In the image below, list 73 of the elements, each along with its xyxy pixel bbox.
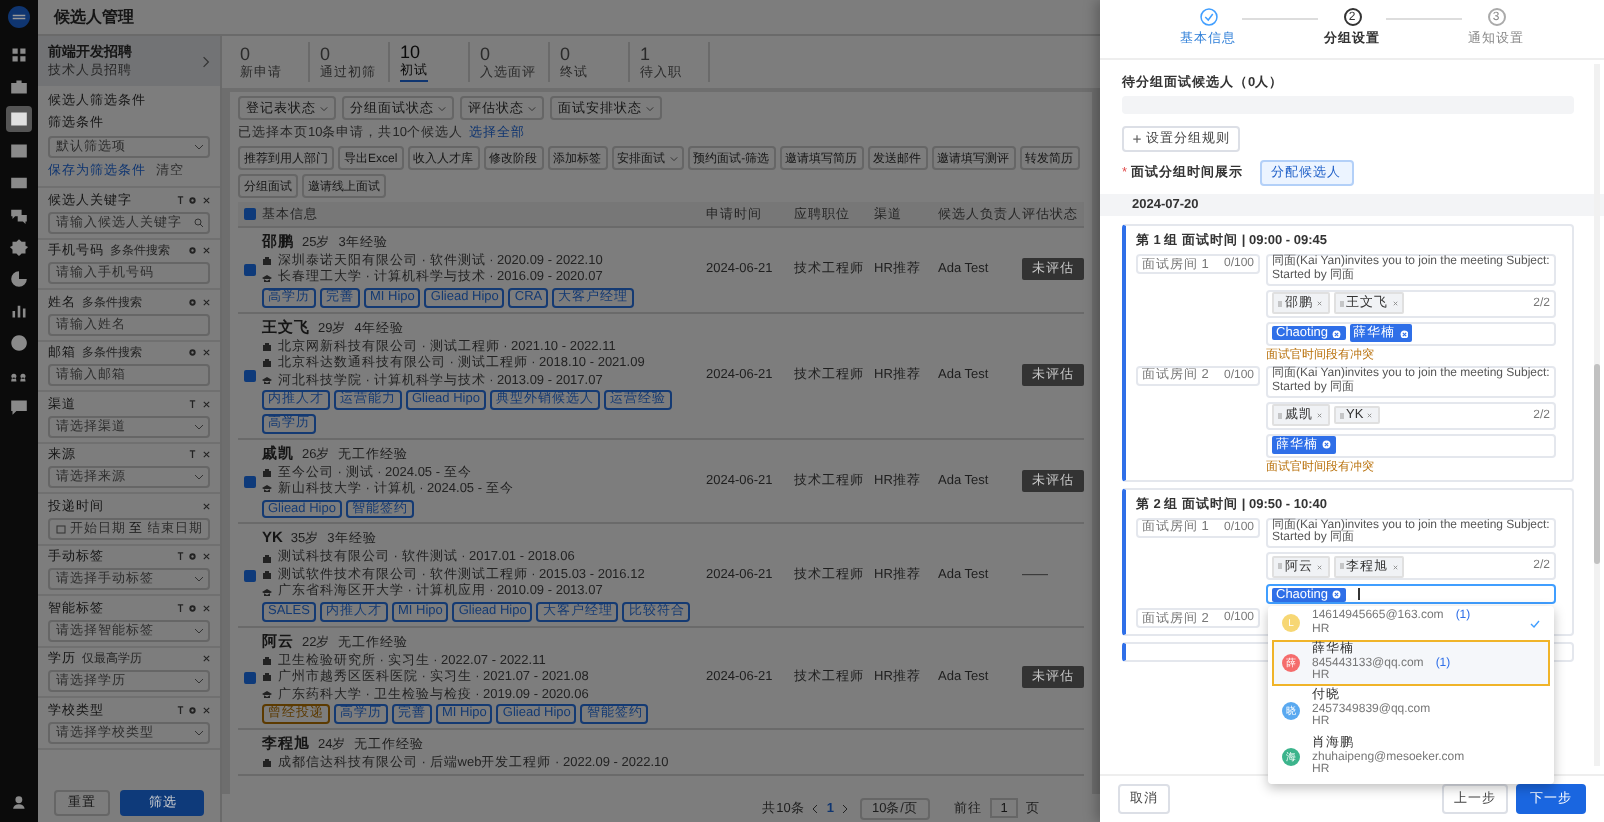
building-icon bbox=[262, 655, 272, 666]
close-icon[interactable] bbox=[201, 450, 210, 460]
remove-icon[interactable] bbox=[1332, 590, 1342, 600]
drag-handle-icon[interactable] bbox=[1278, 299, 1282, 308]
building-icon bbox=[262, 341, 272, 352]
chevron-left-icon[interactable] bbox=[812, 803, 819, 813]
chevron-right-icon[interactable] bbox=[841, 803, 848, 813]
settings-icon[interactable] bbox=[188, 246, 197, 256]
chevron-down-icon bbox=[194, 727, 204, 737]
pin-icon[interactable] bbox=[188, 450, 197, 460]
chevron-down-icon bbox=[194, 676, 204, 686]
close-icon[interactable] bbox=[201, 654, 210, 664]
settings-icon[interactable] bbox=[188, 195, 197, 205]
building-icon bbox=[262, 467, 272, 478]
chevron-down-icon bbox=[194, 472, 204, 482]
chevron-down-icon bbox=[646, 105, 654, 111]
remove-icon[interactable] bbox=[1332, 329, 1342, 339]
page-title: 候选人管理 bbox=[54, 6, 134, 28]
building-icon bbox=[262, 672, 272, 683]
close-icon[interactable] bbox=[201, 603, 210, 613]
graduation-cap-icon bbox=[262, 273, 272, 284]
settings-icon[interactable] bbox=[188, 705, 197, 715]
close-icon[interactable] bbox=[201, 501, 210, 511]
drag-handle-icon[interactable] bbox=[1278, 411, 1282, 420]
pin-icon[interactable] bbox=[175, 603, 184, 613]
close-icon[interactable] bbox=[201, 297, 210, 307]
scrollbar-thumb[interactable] bbox=[1594, 364, 1600, 564]
chevron-down-icon bbox=[194, 421, 204, 431]
pin-icon[interactable] bbox=[175, 195, 184, 205]
close-icon[interactable] bbox=[201, 348, 210, 358]
row-checkbox[interactable] bbox=[244, 569, 256, 582]
drag-handle-icon[interactable] bbox=[1278, 562, 1282, 571]
text-cursor bbox=[1357, 588, 1359, 601]
search-icon bbox=[194, 217, 204, 227]
settings-icon[interactable] bbox=[188, 603, 197, 613]
chevron-down-icon bbox=[528, 105, 536, 111]
close-icon[interactable] bbox=[201, 705, 210, 715]
building-icon bbox=[262, 570, 272, 581]
close-icon[interactable] bbox=[201, 552, 210, 562]
building-icon bbox=[262, 358, 272, 369]
settings-icon[interactable] bbox=[188, 297, 197, 307]
pin-icon[interactable] bbox=[175, 552, 184, 562]
chevron-down-icon bbox=[669, 155, 678, 161]
graduation-cap-icon bbox=[262, 587, 272, 598]
chevron-down-icon bbox=[194, 142, 204, 152]
building-icon bbox=[262, 256, 272, 267]
plus-icon bbox=[1132, 134, 1142, 144]
close-icon[interactable] bbox=[201, 195, 210, 205]
row-checkbox[interactable] bbox=[244, 369, 256, 382]
remove-icon[interactable] bbox=[1399, 329, 1409, 339]
graduation-cap-icon bbox=[262, 375, 272, 386]
remove-icon[interactable] bbox=[1322, 440, 1331, 450]
select-all-checkbox[interactable] bbox=[244, 208, 256, 220]
pin-icon[interactable] bbox=[175, 705, 184, 715]
pin-icon[interactable] bbox=[188, 399, 197, 409]
graduation-cap-icon bbox=[262, 484, 272, 495]
row-checkbox[interactable] bbox=[244, 475, 256, 488]
chevron-down-icon bbox=[194, 625, 204, 635]
graduation-cap-icon bbox=[262, 689, 272, 700]
pie-chart-icon[interactable] bbox=[6, 266, 32, 292]
chevron-down-icon bbox=[320, 105, 328, 111]
row-checkbox[interactable] bbox=[244, 263, 256, 276]
close-icon[interactable] bbox=[201, 399, 210, 409]
close-icon[interactable] bbox=[201, 246, 210, 256]
settings-icon[interactable] bbox=[188, 348, 197, 358]
chevron-down-icon bbox=[438, 105, 446, 111]
settings-icon[interactable] bbox=[188, 552, 197, 562]
building-icon bbox=[262, 758, 272, 769]
building-icon bbox=[262, 553, 272, 564]
chevron-down-icon bbox=[194, 574, 204, 584]
logo-icon bbox=[8, 6, 30, 28]
chevron-right-icon bbox=[202, 55, 210, 67]
row-checkbox[interactable] bbox=[244, 671, 256, 684]
